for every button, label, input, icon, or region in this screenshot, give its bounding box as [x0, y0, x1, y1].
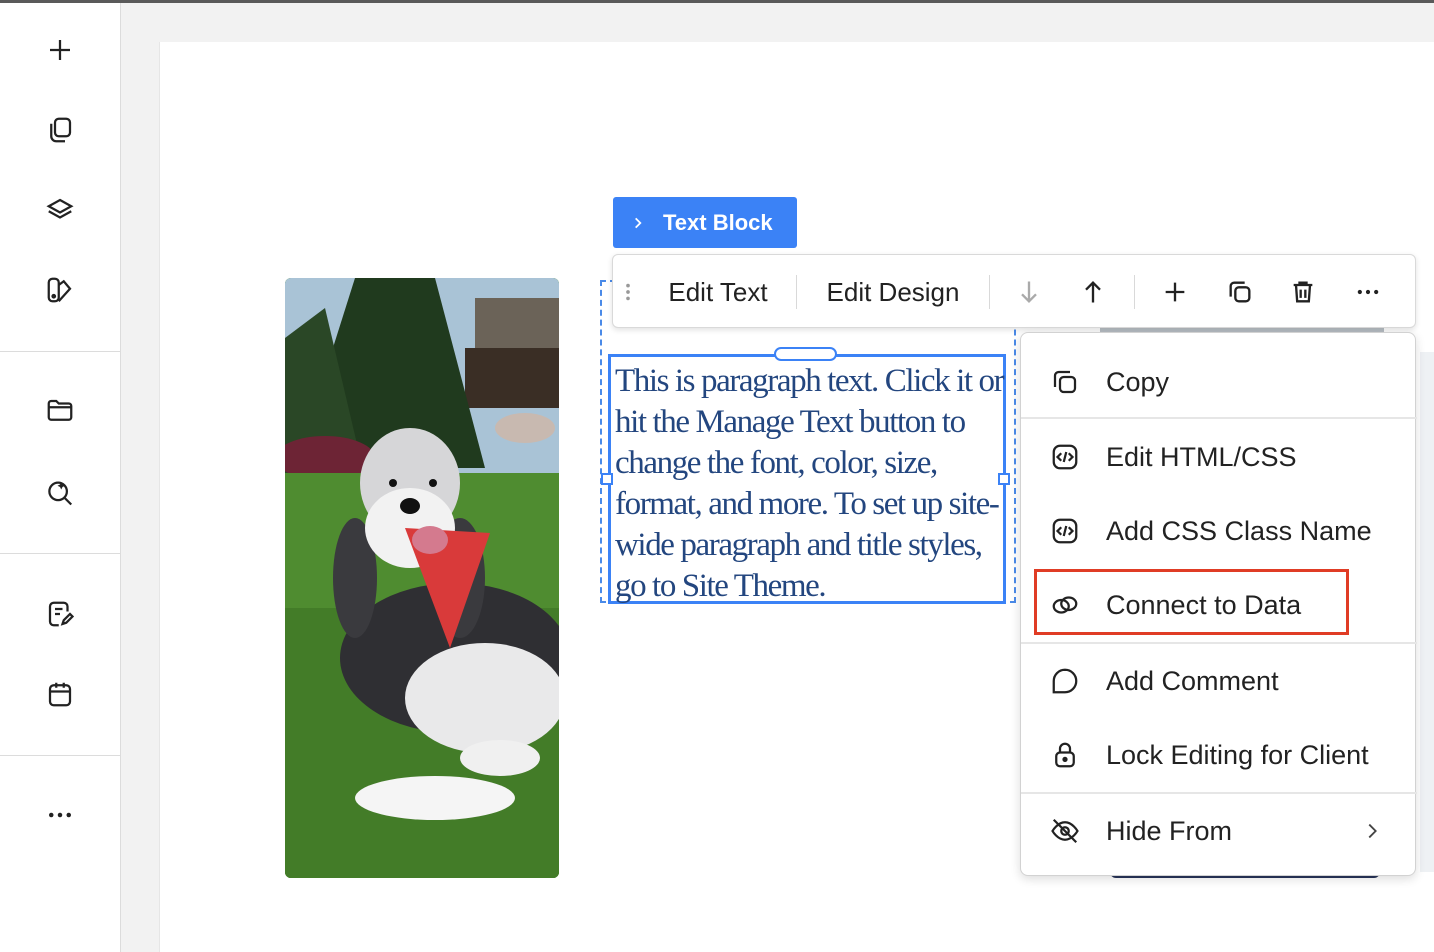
- menu-item-add-css-class[interactable]: Add CSS Class Name: [1021, 496, 1417, 566]
- menu-divider: [1021, 417, 1417, 419]
- left-tool-rail: [0, 3, 121, 952]
- drag-handle-icon: [626, 283, 630, 301]
- toolbar-divider: [1134, 275, 1135, 309]
- ai-search-button[interactable]: [40, 472, 80, 512]
- blog-button[interactable]: [40, 594, 80, 634]
- pages-icon: [50, 117, 72, 143]
- paragraph-text[interactable]: This is paragraph text. Click it or hit …: [615, 361, 1007, 607]
- menu-item-label: Edit HTML/CSS: [1106, 441, 1297, 472]
- chevron-right-icon: [1368, 823, 1377, 839]
- blog-icon: [48, 601, 75, 627]
- layers-icon: [46, 198, 74, 219]
- more-tools-button[interactable]: [40, 795, 80, 835]
- resize-left-handle[interactable]: [601, 473, 613, 485]
- toolbar-divider: [989, 275, 990, 309]
- more-icon: [1357, 289, 1379, 295]
- menu-item-label: Copy: [1106, 366, 1170, 397]
- more-icon: [49, 812, 71, 818]
- duplicate-icon: [1229, 281, 1251, 303]
- menu-item-label: Lock Editing for Client: [1106, 739, 1369, 770]
- menu-divider: [1021, 792, 1417, 794]
- duplicate-button[interactable]: [1218, 255, 1262, 329]
- toolbar-divider: [796, 275, 797, 309]
- dog-photo[interactable]: [285, 278, 559, 878]
- trash-icon: [1293, 281, 1313, 303]
- rail-divider: [0, 755, 120, 756]
- comment-icon: [1052, 668, 1078, 694]
- window-top-border: [0, 0, 1434, 3]
- site-design-button[interactable]: [40, 270, 80, 310]
- pages-button[interactable]: [40, 110, 80, 150]
- text-block[interactable]: This is paragraph text. Click it or hit …: [608, 354, 1006, 604]
- add-icon: [1165, 282, 1185, 302]
- move-down-button[interactable]: [1007, 255, 1051, 329]
- edit-text-button[interactable]: Edit Text: [653, 255, 783, 329]
- menu-divider: [1021, 642, 1417, 644]
- layers-button[interactable]: [40, 190, 80, 230]
- bookings-calendar-icon: [48, 682, 72, 707]
- drag-handle[interactable]: [617, 255, 639, 329]
- more-actions-button[interactable]: [1346, 255, 1390, 329]
- rail-divider: [0, 351, 120, 352]
- menu-item-lock-editing[interactable]: Lock Editing for Client: [1021, 720, 1417, 790]
- site-design-icon: [47, 277, 72, 303]
- background-image-edge: [1420, 352, 1434, 872]
- chevron-right-icon: [635, 217, 642, 228]
- resize-right-handle[interactable]: [998, 473, 1010, 485]
- delete-button[interactable]: [1281, 255, 1325, 329]
- connect-to-data-highlight: [1034, 569, 1349, 635]
- arrow-down-icon: [1021, 281, 1037, 303]
- eye-off-icon: [1051, 818, 1079, 844]
- bookings-button[interactable]: [40, 674, 80, 714]
- resize-top-handle[interactable]: [774, 347, 837, 361]
- menu-item-label: Add Comment: [1106, 665, 1279, 696]
- code-icon: [1052, 518, 1078, 544]
- menu-item-label: Hide From: [1106, 815, 1233, 846]
- copy-icon: [1053, 370, 1077, 394]
- add-icon: [50, 40, 70, 60]
- menu-item-copy[interactable]: Copy: [1021, 347, 1417, 417]
- add-button[interactable]: [1153, 255, 1197, 329]
- rail-divider: [0, 553, 120, 554]
- element-toolbar: Edit Text Edit Design: [612, 254, 1416, 328]
- text-block-breadcrumb[interactable]: Text Block: [613, 197, 797, 248]
- arrow-up-icon: [1085, 281, 1101, 303]
- move-up-button[interactable]: [1071, 255, 1115, 329]
- media-folder-icon: [47, 399, 73, 421]
- menu-item-add-comment[interactable]: Add Comment: [1021, 646, 1417, 716]
- lock-icon: [1055, 742, 1075, 768]
- code-icon: [1052, 444, 1078, 470]
- media-button[interactable]: [40, 391, 80, 431]
- edit-design-button[interactable]: Edit Design: [809, 255, 977, 329]
- menu-item-hide-from[interactable]: Hide From: [1021, 796, 1417, 866]
- ai-search-icon: [48, 481, 73, 506]
- add-elements-button[interactable]: [40, 30, 80, 70]
- menu-item-edit-html-css[interactable]: Edit HTML/CSS: [1021, 422, 1417, 492]
- block-label-text: Text Block: [663, 209, 773, 235]
- menu-item-label: Add CSS Class Name: [1106, 515, 1372, 546]
